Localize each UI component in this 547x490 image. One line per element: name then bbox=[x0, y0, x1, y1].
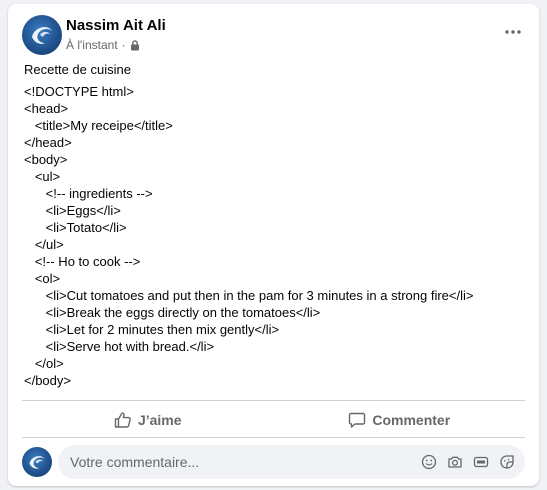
code-line: <!-- ingredients --> bbox=[24, 186, 153, 201]
gif-icon[interactable] bbox=[473, 454, 489, 470]
commenter-avatar[interactable] bbox=[22, 447, 52, 477]
camera-icon[interactable] bbox=[447, 454, 463, 470]
code-line: </head> bbox=[24, 135, 72, 150]
avatar[interactable] bbox=[22, 15, 62, 55]
smiley-icon[interactable] bbox=[421, 454, 437, 470]
comment-input[interactable] bbox=[58, 446, 421, 478]
code-line: <li>Totato</li> bbox=[24, 220, 127, 235]
comment-tools bbox=[421, 454, 525, 470]
comment-composer bbox=[58, 445, 525, 479]
code-line: <!-- Ho to cook --> bbox=[24, 254, 141, 269]
comment-label: Commenter bbox=[372, 412, 451, 428]
code-line: <li>Let for 2 minutes then mix gently</l… bbox=[24, 322, 280, 337]
post-card: Nassim Ait Ali À l'instant · Recette de … bbox=[8, 4, 539, 486]
code-line: </ol> bbox=[24, 356, 64, 371]
code-line: </body> bbox=[24, 373, 71, 388]
meta-separator: · bbox=[121, 38, 126, 52]
dragon-logo-icon bbox=[29, 456, 45, 469]
comment-bubble-icon bbox=[349, 412, 366, 428]
sticker-icon[interactable] bbox=[499, 454, 515, 470]
code-line: <title>My receipe</title> bbox=[24, 118, 173, 133]
action-bar: J’aime Commenter bbox=[22, 405, 525, 435]
code-block: <!DOCTYPE html> <head> <title>My receipe… bbox=[24, 83, 529, 389]
post-meta: À l'instant · bbox=[66, 38, 140, 52]
code-line: <li>Serve hot with bread.</li> bbox=[24, 339, 215, 354]
post-title: Recette de cuisine bbox=[24, 62, 131, 77]
lock-icon[interactable] bbox=[130, 39, 140, 51]
divider bbox=[22, 400, 525, 401]
post-body: Recette de cuisine <!DOCTYPE html> <head… bbox=[24, 61, 529, 389]
ellipsis-icon bbox=[505, 30, 521, 34]
code-line: <ul> bbox=[24, 169, 61, 184]
dragon-logo-icon bbox=[32, 27, 52, 44]
more-options-button[interactable] bbox=[501, 20, 525, 44]
like-label: J’aime bbox=[137, 412, 182, 428]
like-button[interactable]: J’aime bbox=[22, 405, 274, 435]
divider bbox=[22, 437, 525, 438]
code-line: <li>Cut tomatoes and put then in the pam… bbox=[24, 288, 474, 303]
thumbs-up-icon bbox=[114, 412, 131, 428]
author-name[interactable]: Nassim Ait Ali bbox=[66, 17, 166, 34]
code-line: <ol> bbox=[24, 271, 61, 286]
code-line: <!DOCTYPE html> bbox=[24, 84, 134, 99]
code-line: <head> bbox=[24, 101, 69, 116]
code-line: <body> bbox=[24, 152, 68, 167]
timestamp[interactable]: À l'instant bbox=[66, 38, 118, 52]
code-line: </ul> bbox=[24, 237, 64, 252]
code-line: <li>Break the eggs directly on the tomat… bbox=[24, 305, 321, 320]
code-line: <li>Eggs</li> bbox=[24, 203, 121, 218]
comment-button[interactable]: Commenter bbox=[274, 405, 526, 435]
